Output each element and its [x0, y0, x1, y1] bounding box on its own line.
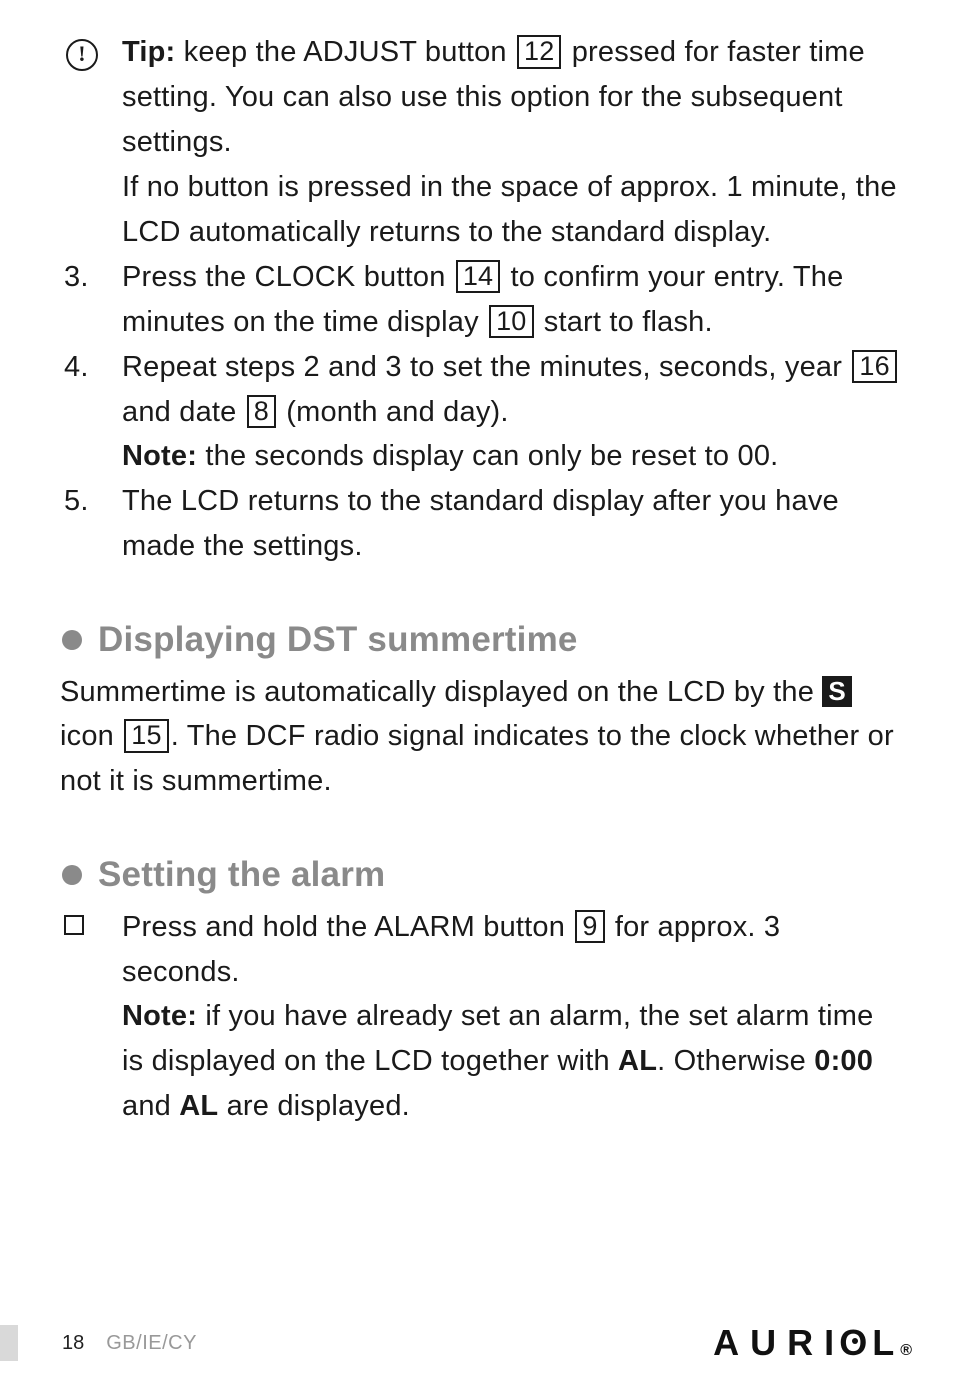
dst-b: icon	[60, 720, 122, 752]
checkbox-icon	[64, 915, 84, 935]
step-5-body: The LCD returns to the standard display …	[122, 479, 900, 569]
tip-label: Tip:	[122, 36, 175, 68]
step-4-note: Note: the seconds display can only be re…	[122, 434, 900, 479]
step-3-num: 3.	[60, 255, 122, 300]
dst-c: . The DCF radio signal indicates to the …	[60, 720, 894, 797]
alarm-note-b: . Otherwise	[657, 1045, 814, 1077]
dst-heading: Displaying DST summertime	[98, 613, 578, 667]
tip-body: Tip: keep the ADJUST button 12 pressed f…	[122, 30, 900, 255]
alarm-a: Press and hold the ALARM button	[122, 911, 573, 943]
note-label: Note:	[122, 1000, 197, 1032]
step-3c: start to flash.	[536, 306, 713, 338]
al-2: AL	[179, 1090, 218, 1122]
step-4-body: Repeat steps 2 and 3 to set the minutes,…	[122, 345, 900, 480]
tip-text-1a: keep the ADJUST button	[175, 36, 515, 68]
ref-10: 10	[489, 305, 533, 339]
tip-marker: !	[60, 30, 122, 75]
ref-9: 9	[575, 910, 604, 944]
step-3a: Press the CLOCK button	[122, 261, 454, 293]
step-4: 4. Repeat steps 2 and 3 to set the minut…	[60, 345, 900, 480]
step-5-num: 5.	[60, 479, 122, 524]
alarm-body: Press and hold the ALARM button 9 for ap…	[122, 905, 900, 1130]
bullet-icon	[62, 630, 82, 650]
bullet-icon	[62, 865, 82, 885]
step-5: 5. The LCD returns to the standard displ…	[60, 479, 900, 569]
step-4-note-text: the seconds display can only be reset to…	[197, 440, 778, 472]
step-3: 3. Press the CLOCK button 14 to confirm …	[60, 255, 900, 345]
manual-page: ! Tip: keep the ADJUST button 12 pressed…	[0, 0, 960, 1390]
alarm-note: Note: if you have already set an alarm, …	[122, 994, 900, 1129]
checkbox-marker	[60, 905, 122, 935]
content-area: ! Tip: keep the ADJUST button 12 pressed…	[60, 30, 900, 1129]
alarm-heading: Setting the alarm	[98, 848, 385, 902]
footer: 18 GB/IE/CY A U R IOL®	[0, 1322, 960, 1364]
registered-icon: ®	[900, 1342, 912, 1360]
al-1: AL	[618, 1045, 657, 1077]
ref-14: 14	[456, 260, 500, 294]
ref-8: 8	[247, 395, 276, 429]
footer-bar	[0, 1325, 18, 1361]
dst-heading-row: Displaying DST summertime	[60, 613, 900, 667]
dst-para: Summertime is automatically displayed on…	[60, 670, 900, 805]
dst-section: Displaying DST summertime Summertime is …	[60, 613, 900, 804]
alarm-step: Press and hold the ALARM button 9 for ap…	[60, 905, 900, 1130]
alarm-note-d: are displayed.	[218, 1090, 410, 1122]
alarm-note-c: and	[122, 1090, 179, 1122]
dst-a: Summertime is automatically displayed on…	[60, 676, 822, 708]
ref-16: 16	[852, 350, 896, 384]
step-4b: and date	[122, 396, 245, 428]
note-label: Note:	[122, 440, 197, 472]
step-4a: Repeat steps 2 and 3 to set the minutes,…	[122, 351, 850, 383]
s-icon: S	[822, 676, 852, 707]
step-4-num: 4.	[60, 345, 122, 390]
tip-text-2: If no button is pressed in the space of …	[122, 165, 900, 255]
step-4c: (month and day).	[278, 396, 509, 428]
ref-12: 12	[517, 35, 561, 69]
page-number: 18	[62, 1332, 84, 1355]
ref-15: 15	[124, 719, 168, 753]
locale-code: GB/IE/CY	[106, 1332, 197, 1355]
alarm-heading-row: Setting the alarm	[60, 848, 900, 902]
time-0: 0:00	[814, 1045, 873, 1077]
tip-block: ! Tip: keep the ADJUST button 12 pressed…	[60, 30, 900, 255]
alarm-section: Setting the alarm Press and hold the ALA…	[60, 848, 900, 1129]
warning-icon: !	[66, 39, 98, 71]
step-3-body: Press the CLOCK button 14 to confirm you…	[122, 255, 900, 345]
brand-logo: A U R IOL®	[713, 1322, 912, 1364]
